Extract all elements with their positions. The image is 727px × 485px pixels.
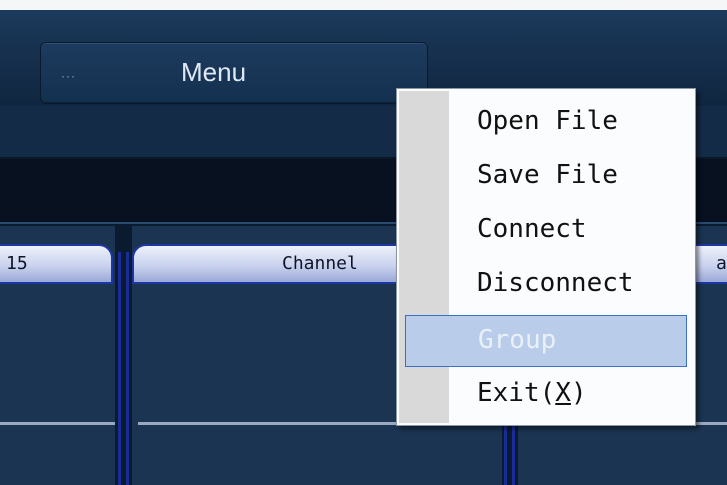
menu-item-save-file[interactable]: Save File	[453, 153, 689, 197]
menu-item-label-suffix: )	[570, 378, 587, 408]
menu-item-group[interactable]: Group	[405, 315, 687, 367]
context-menu-icon-gutter	[399, 91, 449, 423]
menu-item-label: Group	[478, 325, 557, 355]
menu-item-open-file[interactable]: Open File	[453, 99, 689, 143]
menu-item-exit[interactable]: Exit(X)	[453, 371, 689, 415]
menu-dots-icon: ···	[61, 69, 76, 83]
menu-item-disconnect[interactable]: Disconnect	[453, 261, 689, 305]
channel-header-15[interactable]: 15	[0, 244, 113, 284]
menu-button[interactable]: ··· Menu	[40, 42, 428, 104]
channel-header-label: Channel	[282, 253, 358, 274]
menu-item-label: Save File	[477, 160, 618, 190]
panel-divider	[0, 422, 115, 425]
channel-header-label: 15	[6, 253, 28, 274]
menu-item-connect[interactable]: Connect	[453, 207, 689, 251]
channel-header-label: ar	[716, 253, 727, 274]
top-strip	[0, 0, 727, 10]
menu-item-label: Exit(	[477, 378, 556, 408]
context-menu: Open File Save File Connect Disconnect G…	[396, 88, 696, 426]
channel-panel-left: 15	[0, 226, 115, 485]
channel-separator	[126, 252, 129, 485]
menu-button-label: Menu	[181, 57, 247, 87]
channel-separator	[118, 252, 121, 485]
menu-item-mnemonic: X	[555, 378, 571, 408]
menu-item-label: Connect	[477, 214, 587, 244]
menu-item-label: Open File	[477, 106, 618, 136]
menu-item-label: Disconnect	[477, 268, 634, 298]
